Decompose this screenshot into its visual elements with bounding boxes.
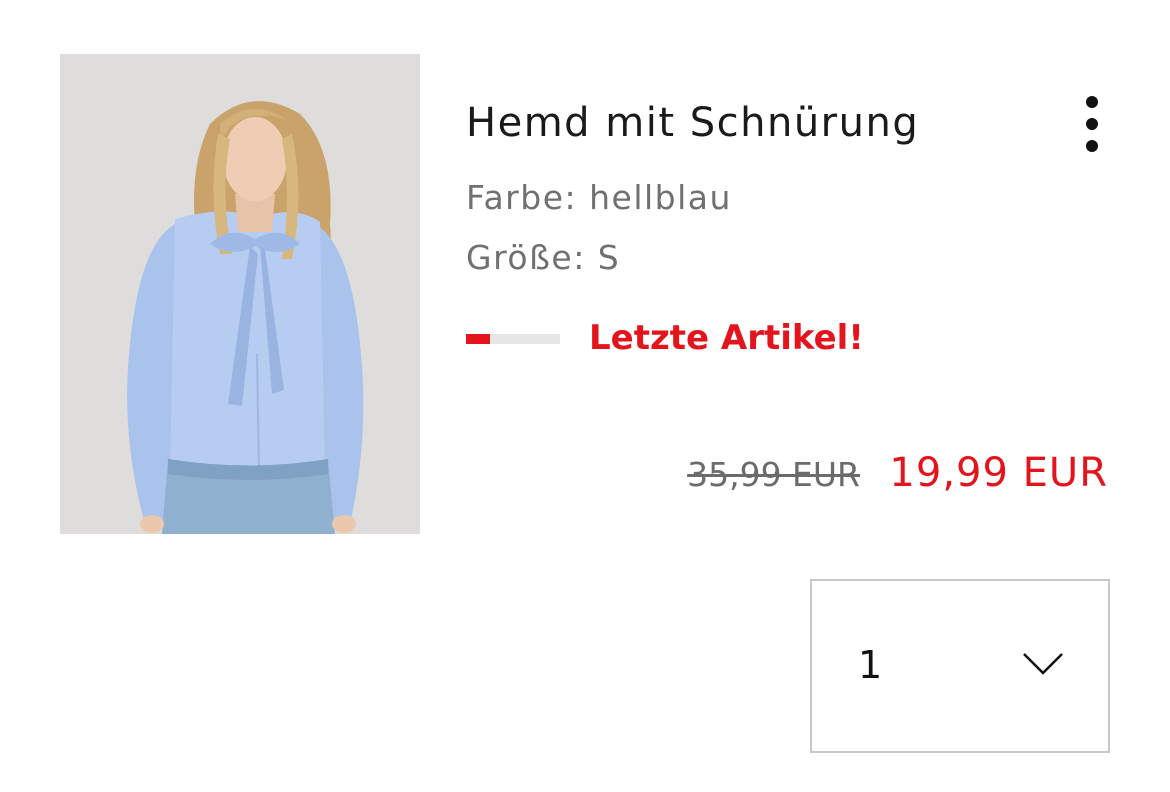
chevron-down-icon (1023, 653, 1063, 675)
stock-level-bar (466, 334, 560, 344)
stock-level-fill (466, 334, 490, 344)
stock-status-text: Letzte Artikel! (589, 318, 864, 358)
product-photo (60, 54, 420, 534)
more-options-button[interactable] (1072, 92, 1112, 156)
product-color: Farbe: hellblau (466, 178, 732, 217)
quantity-select[interactable]: 1 (810, 579, 1110, 753)
product-title[interactable]: Hemd mit Schnürung (466, 100, 919, 146)
sale-price: 19,99 EUR (889, 450, 1108, 496)
product-size: Größe: S (466, 238, 621, 277)
original-price: 35,99 EUR (687, 455, 860, 494)
product-image[interactable] (60, 54, 420, 534)
quantity-value: 1 (858, 643, 883, 687)
